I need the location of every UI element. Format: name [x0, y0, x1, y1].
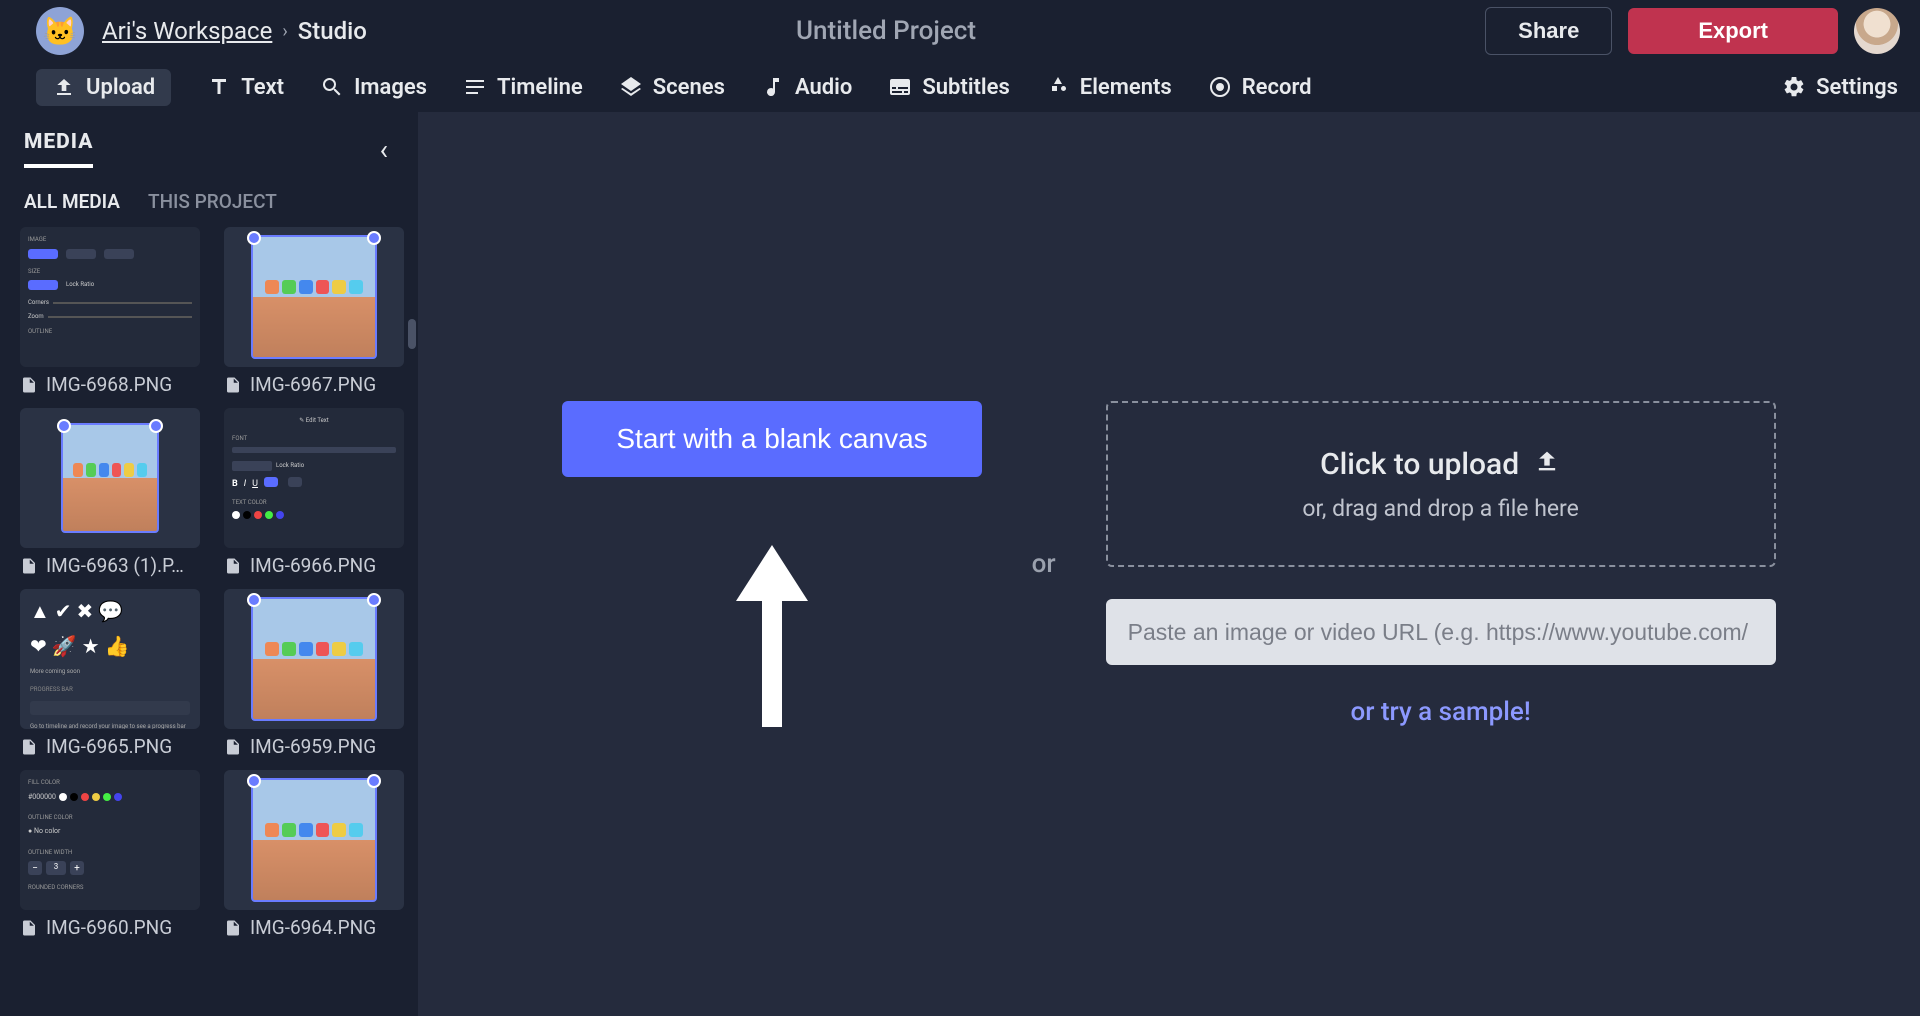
toolbar: Upload Text Images Timeline Scenes Audio…: [0, 62, 1920, 112]
share-button[interactable]: Share: [1485, 7, 1612, 55]
chevron-left-icon: ‹: [380, 133, 388, 166]
file-icon: [20, 557, 38, 575]
media-thumbnail: [224, 589, 404, 729]
media-filename: IMG-6967.PNG: [250, 373, 376, 396]
media-thumbnail: [20, 408, 200, 548]
scenes-tool[interactable]: Scenes: [619, 75, 725, 100]
media-item[interactable]: ▲ ✔ ✖ 💬 ❤ 🚀 ★ 👍 More coming soon PROGRES…: [20, 589, 200, 758]
media-tabs: ALL MEDIA THIS PROJECT: [0, 172, 418, 227]
dropzone-main-text: Click to upload: [1320, 447, 1519, 482]
scenes-label: Scenes: [653, 75, 725, 100]
media-thumbnail: ✎ Edit Text FONT Lock Ratio BIU TEXT COL…: [224, 408, 404, 548]
audio-label: Audio: [795, 75, 852, 100]
file-icon: [20, 738, 38, 756]
try-sample-link[interactable]: or try a sample!: [1106, 697, 1776, 727]
media-filename: IMG-6964.PNG: [250, 916, 376, 939]
media-thumbnail: [224, 227, 404, 367]
music-icon: [761, 75, 785, 99]
upload-button[interactable]: Upload: [36, 69, 171, 106]
media-thumbnail: ▲ ✔ ✖ 💬 ❤ 🚀 ★ 👍 More coming soon PROGRES…: [20, 589, 200, 729]
file-icon: [20, 376, 38, 394]
arrow-up-icon: [734, 545, 810, 727]
upload-icon: [52, 75, 76, 99]
media-grid: IMAGE SIZE Lock Ratio Corners Zoom OUTLI…: [20, 227, 404, 939]
media-url-input[interactable]: [1106, 599, 1776, 665]
media-filename: IMG-6963 (1).P…: [46, 554, 184, 577]
file-icon: [224, 919, 242, 937]
elements-label: Elements: [1080, 75, 1172, 100]
media-item[interactable]: IMG-6964.PNG: [224, 770, 404, 939]
elements-tool[interactable]: Elements: [1046, 75, 1172, 100]
app-logo: 🐱: [36, 7, 84, 55]
media-filename: IMG-6966.PNG: [250, 554, 376, 577]
layers-icon: [619, 75, 643, 99]
tab-this-project[interactable]: THIS PROJECT: [148, 190, 277, 213]
media-panel-title: MEDIA: [24, 130, 93, 168]
search-icon: [320, 75, 344, 99]
collapse-sidebar-button[interactable]: ‹: [380, 133, 394, 166]
tab-all-media[interactable]: ALL MEDIA: [24, 190, 120, 213]
images-tool[interactable]: Images: [320, 75, 427, 100]
media-sidebar: MEDIA ‹ ALL MEDIA THIS PROJECT IMAGE SIZ…: [0, 112, 418, 1016]
record-tool[interactable]: Record: [1208, 75, 1312, 100]
subtitles-label: Subtitles: [922, 75, 1009, 100]
upload-dropzone[interactable]: Click to upload or, drag and drop a file…: [1106, 401, 1776, 567]
project-title[interactable]: Untitled Project: [367, 16, 1485, 46]
file-icon: [224, 738, 242, 756]
chevron-right-icon: ›: [282, 21, 287, 42]
text-tool[interactable]: Text: [207, 75, 284, 100]
media-item[interactable]: IMG-6963 (1).P…: [20, 408, 200, 577]
subtitles-icon: [888, 75, 912, 99]
scrollbar-thumb[interactable]: [408, 319, 416, 349]
shapes-icon: [1046, 75, 1070, 99]
settings-label: Settings: [1816, 75, 1898, 100]
media-item[interactable]: IMG-6967.PNG: [224, 227, 404, 396]
timeline-label: Timeline: [497, 75, 583, 100]
file-icon: [224, 557, 242, 575]
media-thumbnail: IMAGE SIZE Lock Ratio Corners Zoom OUTLI…: [20, 227, 200, 367]
upload-icon: [1533, 447, 1561, 483]
media-filename: IMG-6965.PNG: [46, 735, 172, 758]
canvas-area: Start with a blank canvas or Click to up…: [418, 112, 1920, 1016]
timeline-icon: [463, 75, 487, 99]
breadcrumb-section: Studio: [298, 17, 367, 45]
media-filename: IMG-6960.PNG: [46, 916, 172, 939]
media-item[interactable]: IMG-6959.PNG: [224, 589, 404, 758]
text-label: Text: [241, 75, 284, 100]
images-label: Images: [354, 75, 427, 100]
text-icon: [207, 75, 231, 99]
export-button[interactable]: Export: [1628, 8, 1838, 54]
media-filename: IMG-6968.PNG: [46, 373, 172, 396]
media-filename: IMG-6959.PNG: [250, 735, 376, 758]
file-icon: [224, 376, 242, 394]
media-item[interactable]: FILL COLOR #000000 OUTLINE COLOR ● No co…: [20, 770, 200, 939]
media-item[interactable]: ✎ Edit Text FONT Lock Ratio BIU TEXT COL…: [224, 408, 404, 577]
record-icon: [1208, 75, 1232, 99]
media-thumbnail: FILL COLOR #000000 OUTLINE COLOR ● No co…: [20, 770, 200, 910]
subtitles-tool[interactable]: Subtitles: [888, 75, 1009, 100]
media-item[interactable]: IMAGE SIZE Lock Ratio Corners Zoom OUTLI…: [20, 227, 200, 396]
file-icon: [20, 919, 38, 937]
or-separator: or: [1032, 549, 1056, 579]
workspace-link[interactable]: Ari's Workspace: [102, 17, 272, 45]
start-blank-canvas-button[interactable]: Start with a blank canvas: [562, 401, 981, 477]
settings-tool[interactable]: Settings: [1782, 75, 1898, 100]
user-avatar[interactable]: [1854, 8, 1900, 54]
app-header: 🐱 Ari's Workspace › Studio Untitled Proj…: [0, 0, 1920, 62]
dropzone-sub-text: or, drag and drop a file here: [1302, 495, 1578, 522]
upload-label: Upload: [86, 75, 155, 100]
audio-tool[interactable]: Audio: [761, 75, 852, 100]
media-thumbnail: [224, 770, 404, 910]
header-actions: Share Export: [1485, 7, 1900, 55]
breadcrumb: Ari's Workspace › Studio: [102, 17, 367, 45]
gear-icon: [1782, 75, 1806, 99]
record-label: Record: [1242, 75, 1312, 100]
timeline-tool[interactable]: Timeline: [463, 75, 583, 100]
